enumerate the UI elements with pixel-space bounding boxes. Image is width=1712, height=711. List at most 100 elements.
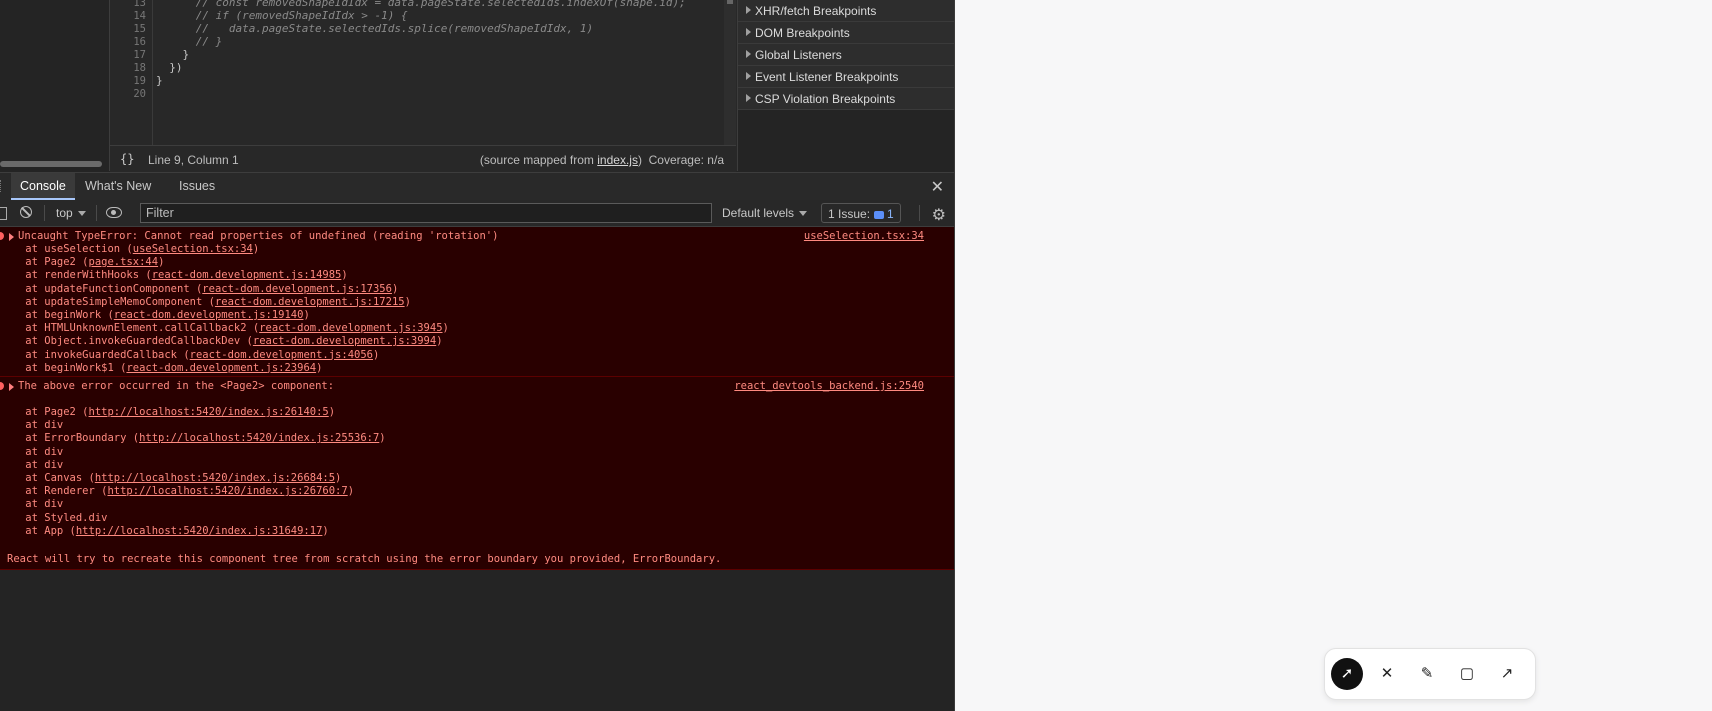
devtools-panel: 13 14 15 16 17 18 19 20 // const removedShapeId… [0,0,955,711]
error-source-link[interactable]: useSelection.tsx:34 [804,230,924,242]
expand-triangle-icon [746,72,751,80]
stack-frame-label: at invokeGuardedCallback ( [0,348,190,361]
stack-frame-link[interactable]: http://localhost:5420/index.js:25536:7 [139,432,379,444]
source-map-suffix: ) [637,153,642,167]
stack-frame-link[interactable]: useSelection.tsx:34 [133,243,253,255]
log-levels-dropdown[interactable]: Default levels [722,206,808,220]
stack-frame-link[interactable]: react-dom.development.js:3994 [253,335,436,347]
stack-frame: at Styled.div [0,512,107,524]
stack-frame-suffix: ) [316,361,323,374]
expand-triangle-icon [746,50,751,58]
stack-frame-label: at Canvas ( [0,472,95,484]
stack-frame-label: at updateFunctionComponent ( [0,282,203,295]
expand-triangle-icon[interactable] [9,233,14,241]
stack-frame-link[interactable]: http://localhost:5420/index.js:26760:7 [107,485,347,497]
expand-triangle-icon [746,94,751,102]
context-selector[interactable]: top [56,206,86,220]
stack-frame-link[interactable]: react-dom.development.js:19140 [114,309,304,321]
stack-frame-suffix: ) [341,269,348,282]
chevron-down-icon [799,211,808,217]
select-tool[interactable]: ➚ [1331,658,1363,690]
section-label: CSP Violation Breakpoints [755,92,896,106]
stack-frame-suffix: ) [328,406,336,418]
sidebar-toggle-icon[interactable] [0,207,7,220]
stack-frame: at div [0,498,63,510]
stack-frame-link[interactable]: react-dom.development.js:17215 [215,296,405,308]
stack-frame-link[interactable]: react-dom.development.js:23964 [126,362,316,374]
source-map-info: (source mapped from index.js) Coverage: … [480,153,724,167]
issues-counter-button[interactable]: 1 Issue: 1 [821,203,901,223]
stack-frame-link[interactable]: react-dom.development.js:4056 [190,349,373,361]
csp-violation-breakpoints-section[interactable]: CSP Violation Breakpoints [738,88,954,110]
global-listeners-section[interactable]: Global Listeners [738,44,954,66]
xhr-breakpoints-section[interactable]: XHR/fetch Breakpoints [738,0,954,22]
tab-issues[interactable]: Issues [170,173,224,200]
code-editor[interactable]: 13 14 15 16 17 18 19 20 // const removedShapeId… [110,0,736,145]
drawer-menu-handle[interactable] [0,180,4,192]
stack-frame-suffix: ) [303,309,310,321]
stack-frame-link[interactable]: http://localhost:5420/index.js:26684:5 [95,472,335,484]
close-icon[interactable]: ✕ [931,177,944,197]
stack-frame-label: at HTMLUnknownElement.callCallback2 ( [0,322,260,335]
expand-triangle-icon[interactable] [9,383,14,391]
pretty-print-button[interactable]: {} [120,152,134,166]
stack-frame-label: at Renderer ( [0,485,108,498]
cursor-position: Line 9, Column 1 [148,153,239,167]
erase-tool[interactable]: ✕ [1371,658,1403,690]
stack-frame-link[interactable]: react-dom.development.js:14985 [152,269,342,281]
error-message-text: Uncaught TypeError: Cannot read properti… [18,230,499,242]
clear-console-icon[interactable] [20,206,32,218]
context-label: top [56,206,73,220]
stack-frame: at renderWithHooks (react-dom.developmen… [0,269,348,282]
editor-scrollbar[interactable] [724,0,736,145]
stack-frame: at div [0,459,63,471]
stack-frame-suffix: ) [379,432,386,445]
stack-frame-label: at div [0,419,64,432]
stack-frame-label: at renderWithHooks ( [0,269,152,282]
code-line: // data.pageState.selectedIds.splice(rem… [156,22,594,35]
stack-frame-link[interactable]: react-dom.development.js:17356 [202,283,392,295]
stack-frame-link[interactable]: http://localhost:5420/index.js:31649:17 [76,525,323,537]
stack-frame-suffix: ) [347,485,355,498]
stack-frame-label: at div [0,445,64,458]
stack-frame-label: at div [0,498,64,511]
code-line: }) [156,61,183,74]
stack-frame: at div [0,446,63,458]
source-map-link[interactable]: index.js [597,153,638,167]
rectangle-tool[interactable]: ▢ [1451,658,1483,690]
gear-icon[interactable]: ⚙ [932,205,946,225]
navigator-pane [0,0,110,171]
stack-frame-link[interactable]: react-dom.development.js:3945 [259,322,442,334]
stack-frame-suffix: ) [252,243,260,255]
code-line: } [156,74,163,87]
drawer-tab-bar: Console What's New Issues ✕ [0,172,954,201]
line-number: 14 [133,10,146,22]
filter-input[interactable] [140,203,712,223]
navigator-scrollbar[interactable] [0,161,102,167]
code-line: // } [156,35,223,48]
stack-frame-suffix: ) [391,282,399,295]
stack-frame: at Object.invokeGuardedCallbackDev (reac… [0,335,442,347]
square-icon: ▢ [1459,665,1475,682]
issues-label: 1 Issue: [828,207,871,221]
pencil-icon: ✎ [1420,665,1434,682]
draw-tool[interactable]: ✎ [1411,658,1443,690]
stack-frame-label: at Styled.div [0,511,108,524]
tab-whats-new[interactable]: What's New [76,173,160,200]
console-messages: Uncaught TypeError: Cannot read properti… [0,227,954,711]
stack-frame-link[interactable]: page.tsx:44 [89,256,159,268]
stack-frame-suffix: ) [442,322,449,335]
stack-frame-label: at useSelection ( [0,243,133,255]
arrow-tool[interactable]: ↗ [1491,658,1523,690]
event-listener-breakpoints-section[interactable]: Event Listener Breakpoints [738,66,954,88]
stack-frame: at beginWork$1 (react-dom.development.js… [0,362,322,374]
error-icon [0,382,4,390]
code-line: // const removedShapeIdIdx = data.pageSt… [156,0,686,9]
eye-icon[interactable] [106,207,122,218]
coverage-label: Coverage: n/a [648,153,724,167]
stack-frame-link[interactable]: http://localhost:5420/index.js:26140:5 [89,406,329,418]
stack-frame: at useSelection (useSelection.tsx:34) [0,243,259,255]
dom-breakpoints-section[interactable]: DOM Breakpoints [738,22,954,44]
error-source-link[interactable]: react_devtools_backend.js:2540 [734,380,924,392]
tab-console[interactable]: Console [11,173,75,200]
